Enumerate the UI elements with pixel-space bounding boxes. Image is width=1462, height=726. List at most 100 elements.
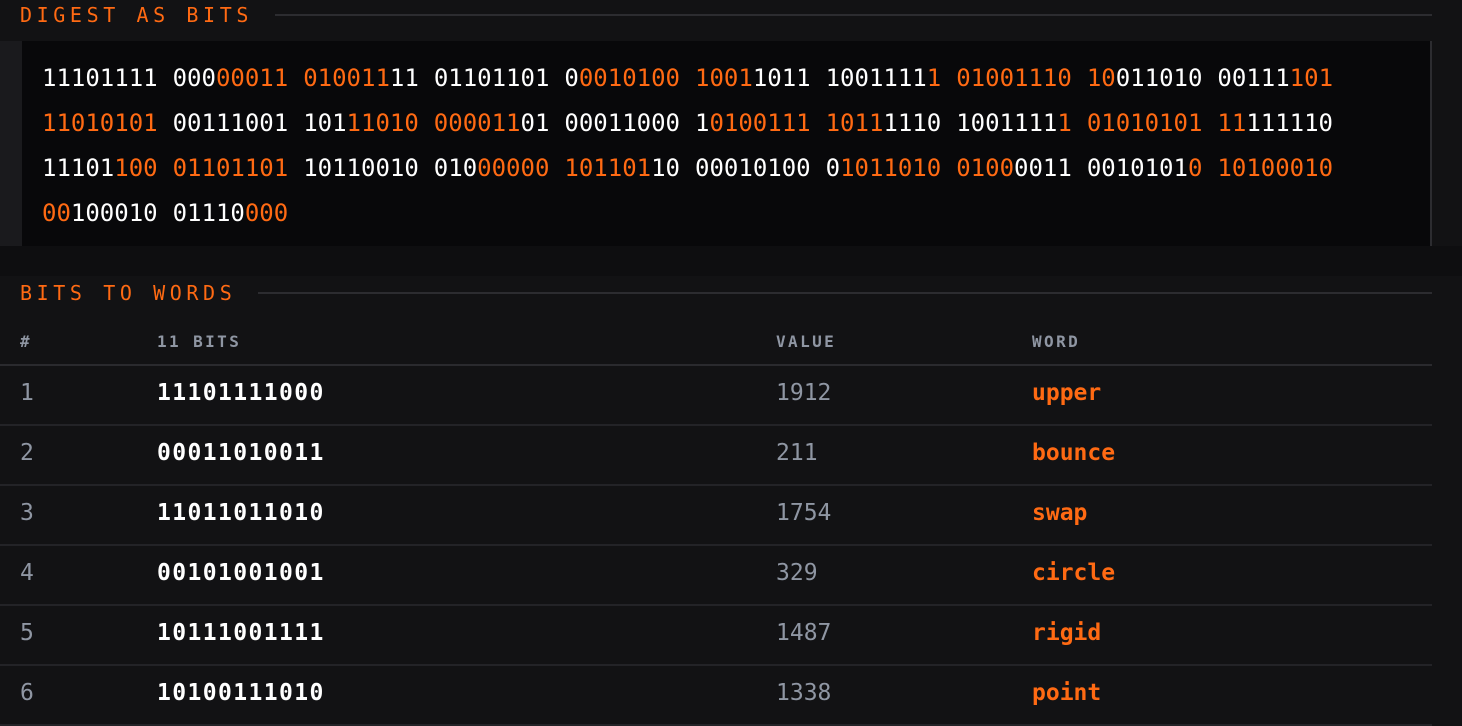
bit-segment: 11 (389, 64, 419, 92)
bit-segment: 00111001 (172, 109, 289, 137)
bit-segment-highlighted: 1 (1057, 109, 1072, 137)
row-bits: 10111001111 (157, 620, 325, 646)
bit-segment: 1001111 (956, 109, 1058, 137)
bit-group: 10011111 (826, 64, 942, 92)
bit-segment-highlighted: 010011 (303, 64, 390, 92)
digest-bits-line: 11101100 01101101 10110010 01000000 10110110… (42, 153, 1348, 183)
bit-segment-highlighted: 00 (42, 199, 71, 227)
bit-segment: 011010 (1115, 64, 1203, 92)
bit-segment: 1011 (752, 64, 811, 92)
row-value: 1912 (776, 380, 832, 406)
column-header-word: WORD (1032, 332, 1081, 351)
bit-group: 01101101 (434, 64, 550, 92)
table-row: 2 00011010011 211 bounce (0, 426, 1432, 486)
digest-bits-line: 00100010 01110000 (42, 198, 303, 228)
digest-bits-panel: 11101111 00000011 01001111 01101101 00010100… (0, 41, 1432, 246)
row-value: 1754 (776, 500, 832, 526)
row-value: 1487 (776, 620, 832, 646)
bit-group: 00100010 (42, 199, 158, 227)
bit-group: 11010101 (42, 109, 158, 137)
bit-group: 01101101 (173, 154, 289, 182)
row-number: 3 (20, 500, 34, 526)
section-gap (0, 246, 1462, 276)
bit-segment-highlighted: 0010100 (578, 64, 681, 92)
table-row: 6 10100111010 1338 point (0, 666, 1432, 726)
bit-segment-highlighted: 101 (1289, 64, 1334, 92)
bit-group: 01000000 (434, 154, 550, 182)
bit-group: 00111101 (1217, 64, 1333, 92)
row-number: 4 (20, 560, 34, 586)
table-row: 1 11101111000 1912 upper (0, 366, 1432, 426)
bit-group: 10110110 (564, 154, 680, 182)
row-bits: 11011011010 (157, 500, 325, 526)
bit-segment: 01101101 (433, 64, 550, 92)
row-word: bounce (1032, 440, 1116, 466)
words-section-title: BITS TO WORDS (20, 281, 237, 305)
bit-group: 10100111 (695, 109, 811, 137)
bit-group: 11111110 (1217, 109, 1333, 137)
bit-segment-highlighted: 01010101 (1086, 109, 1203, 137)
bit-group: 10110010 (303, 154, 419, 182)
bit-group: 00011000 (564, 109, 680, 137)
bit-group: 00010100 (564, 64, 680, 92)
bit-segment-highlighted: 01101101 (172, 154, 289, 182)
row-bits: 11101111000 (157, 380, 325, 406)
bit-group: 01010101 (1087, 109, 1203, 137)
bit-segment-highlighted: 10100010 (1217, 154, 1334, 182)
bit-segment-highlighted: 01001110 (956, 64, 1072, 92)
words-section-header: BITS TO WORDS (0, 278, 1462, 308)
bit-group: 00111001 (173, 109, 289, 137)
row-word: upper (1032, 380, 1102, 406)
bit-group: 01000011 (956, 154, 1072, 182)
bit-segment: 10 (651, 154, 681, 182)
row-number: 2 (20, 440, 34, 466)
bit-segment-highlighted: 000011 (433, 109, 521, 137)
bit-group: 10011111 (956, 109, 1072, 137)
digest-bits-line: 11010101 00111001 10111010 00001101 00011000… (42, 108, 1348, 138)
row-number: 5 (20, 620, 34, 646)
bit-segment: 0 (564, 64, 579, 92)
section-divider (258, 292, 1432, 294)
digest-section-header: DIGEST AS BITS (0, 0, 1462, 30)
bit-segment: 00011000 (564, 109, 680, 137)
bit-segment: 1 (695, 109, 710, 137)
bit-group: 00000011 (173, 64, 289, 92)
bit-group: 11101100 (42, 154, 158, 182)
table-row: 5 10111001111 1487 rigid (0, 606, 1432, 666)
bit-segment-highlighted: 101101 (564, 154, 652, 182)
bit-group: 10100010 (1217, 154, 1333, 182)
digest-bits-line: 11101111 00000011 01001111 01101101 00010100… (42, 63, 1348, 93)
bit-segment: 10110010 (303, 154, 419, 182)
bit-segment-highlighted: 000 (244, 199, 289, 227)
bit-segment-highlighted: 11010 (346, 109, 419, 137)
bit-group: 00001101 (434, 109, 550, 137)
digest-section-title: DIGEST AS BITS (20, 3, 253, 27)
bit-segment-highlighted: 11 (1217, 109, 1247, 137)
row-number: 6 (20, 680, 34, 706)
bit-segment-highlighted: 1011 (825, 109, 884, 137)
section-divider (274, 14, 1432, 16)
bit-group: 00101010 (1087, 154, 1203, 182)
bit-segment: 101 (303, 109, 347, 137)
bit-group: 10111010 (303, 109, 419, 137)
bit-segment-highlighted: 0100111 (709, 109, 811, 137)
bit-group: 01011010 (826, 154, 942, 182)
bit-segment-highlighted: 1001 (695, 64, 753, 92)
row-word: swap (1032, 500, 1088, 526)
bit-group: 01110000 (173, 199, 289, 227)
bit-segment: 111110 (1246, 109, 1334, 137)
bit-segment-highlighted: 1 (926, 64, 942, 92)
table-header-row: # 11 BITS VALUE WORD (0, 322, 1432, 366)
column-header-number: # (20, 332, 33, 351)
bit-segment: 00010100 (695, 154, 811, 182)
bit-segment: 01110 (172, 199, 245, 227)
row-bits: 00011010011 (157, 440, 325, 466)
bit-group: 00010100 (695, 154, 811, 182)
bit-group: 11101111 (42, 64, 158, 92)
row-value: 211 (776, 440, 818, 466)
row-number: 1 (20, 380, 34, 406)
bit-segment: 00111 (1217, 64, 1290, 92)
table-row: 3 11011011010 1754 swap (0, 486, 1432, 546)
column-header-bits: 11 BITS (157, 332, 242, 351)
bit-segment-highlighted: 11010101 (42, 109, 158, 137)
